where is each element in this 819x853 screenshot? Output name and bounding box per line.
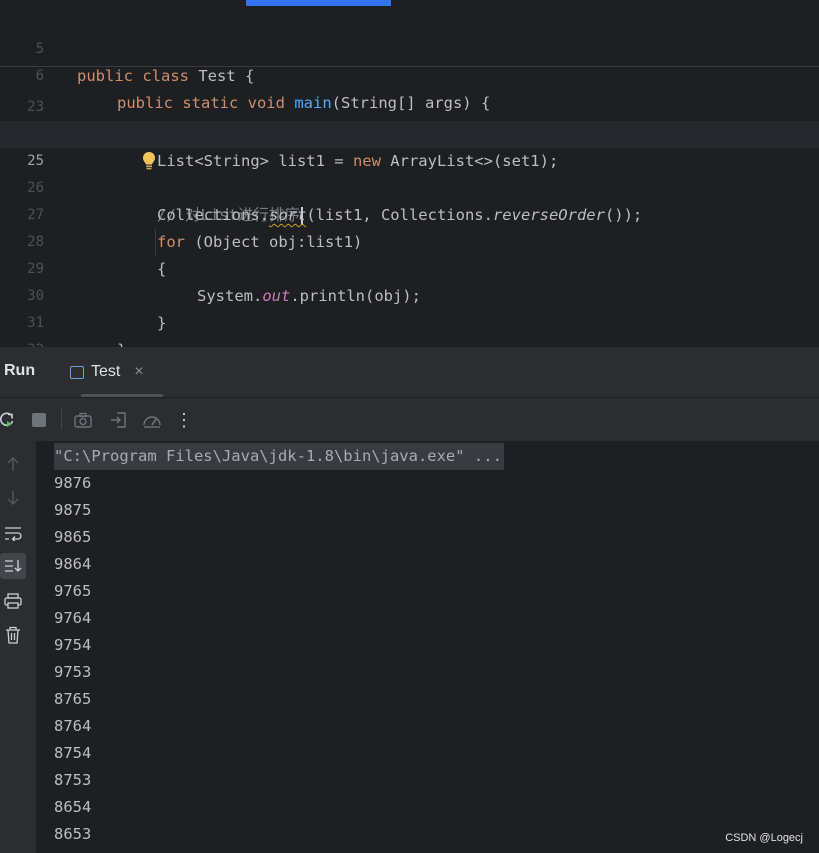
lightbulb-icon[interactable] — [85, 124, 155, 170]
output-line: 8765 — [54, 690, 92, 708]
output-line: 9754 — [54, 636, 92, 654]
stop-icon[interactable] — [28, 409, 50, 431]
console[interactable]: "C:\Program Files\Java\jdk-1.8\bin\java.… — [0, 441, 819, 853]
code-line-current[interactable]: 25 // 对List进行排序 — [0, 121, 819, 225]
editor-tab-indicator — [246, 0, 391, 6]
more-options-icon[interactable]: ⋮ — [173, 409, 195, 431]
code-editor[interactable]: 5 public class Test { 6 public static vo… — [0, 0, 819, 347]
arrow-down-icon[interactable] — [0, 485, 26, 511]
code-line[interactable]: 29 System.out.println(obj); — [0, 229, 819, 305]
camera-icon[interactable] — [72, 409, 94, 431]
scroll-to-end-icon[interactable] — [0, 553, 26, 579]
tab-label: Test — [91, 363, 121, 380]
soft-wrap-icon[interactable] — [0, 520, 26, 546]
tab-test[interactable]: Test × — [70, 360, 144, 384]
console-side-toolbar — [0, 441, 36, 853]
command-line: "C:\Program Files\Java\jdk-1.8\bin\java.… — [54, 443, 504, 470]
watermark: CSDN @Logecj — [725, 832, 803, 844]
active-tab-underline — [81, 394, 163, 397]
output-line: 8764 — [54, 717, 92, 735]
code-line[interactable]: 6 public static void main(String[] args)… — [0, 36, 819, 112]
code-text: } — [117, 337, 126, 347]
output-line: 9876 — [54, 474, 92, 492]
code-line[interactable]: 27 for (Object obj:list1) — [0, 175, 819, 251]
line-number: 32 — [0, 337, 44, 347]
output-line: 9765 — [54, 582, 92, 600]
trash-icon[interactable] — [0, 622, 26, 648]
output-line: 9865 — [54, 528, 92, 546]
code-line[interactable]: 31 } — [0, 283, 819, 347]
arrow-up-icon[interactable] — [0, 451, 26, 477]
output-line: 8754 — [54, 744, 92, 762]
print-icon[interactable] — [0, 588, 26, 614]
console-window-icon — [70, 365, 84, 379]
output-line: 9753 — [54, 663, 92, 681]
login-icon[interactable] — [107, 409, 129, 431]
code-line[interactable]: 23 } — [0, 67, 819, 143]
gauge-icon[interactable] — [141, 409, 163, 431]
output-line: 8753 — [54, 771, 92, 789]
output-line: 8653 — [54, 825, 92, 843]
close-icon[interactable]: × — [134, 363, 143, 381]
code-line[interactable]: 5 public class Test { — [0, 9, 819, 85]
output-line: 9875 — [54, 501, 92, 519]
code-line[interactable]: 24 List<String> list1 = new ArrayList<>(… — [0, 94, 819, 170]
rerun-icon[interactable] — [0, 409, 18, 431]
output-line: 8654 — [54, 798, 92, 816]
sticky-header: 5 public class Test { 6 public static vo… — [0, 9, 819, 112]
toolbar-separator — [61, 408, 62, 430]
run-panel-header: Run Test × — [0, 347, 819, 398]
output-line: 9764 — [54, 609, 92, 627]
output-line: 9864 — [54, 555, 92, 573]
code-line[interactable]: 32 } — [0, 310, 819, 347]
code-line[interactable]: 26 Collections.sort(list1, Collections.r… — [0, 148, 819, 224]
code-line[interactable]: 30 } — [0, 256, 819, 332]
code-line[interactable]: 28 { — [0, 202, 819, 278]
run-toolbar: ⋮ — [0, 398, 819, 441]
run-panel-title: Run — [4, 362, 36, 379]
